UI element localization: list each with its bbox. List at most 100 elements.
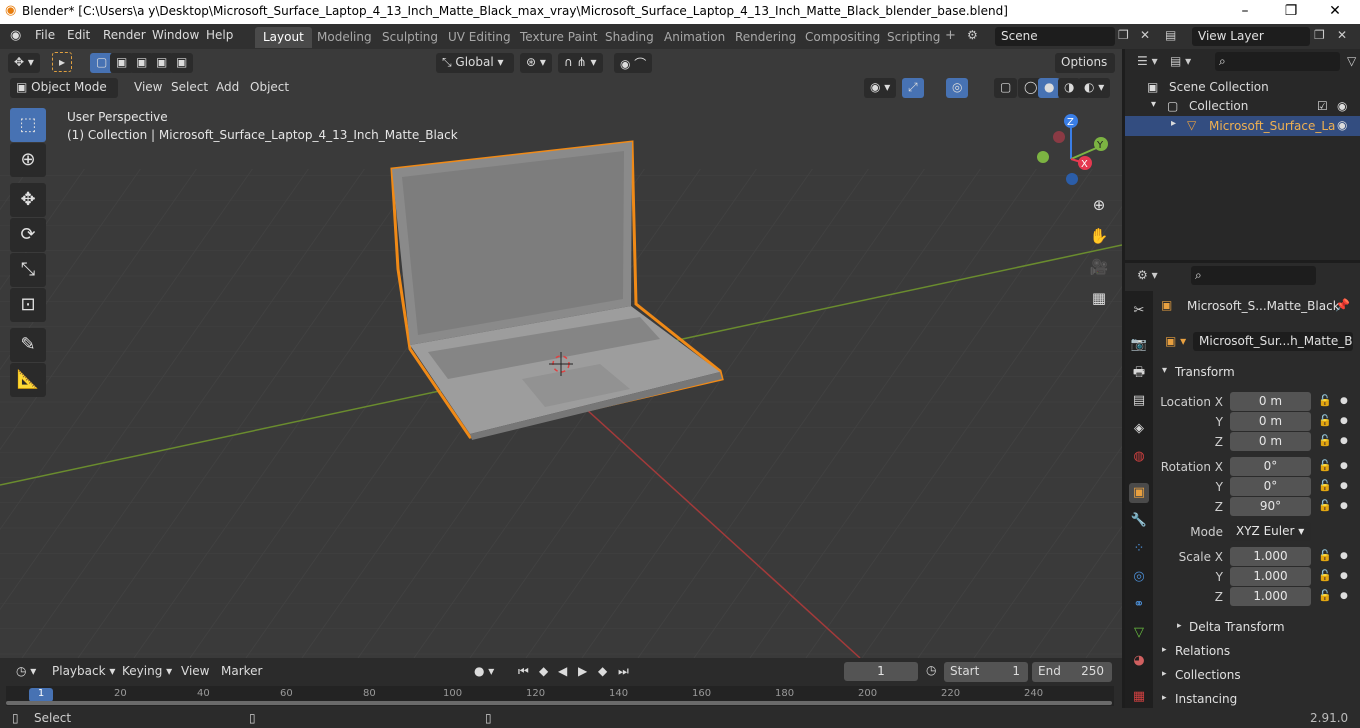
tool-annotate[interactable]: ✎ — [10, 328, 46, 362]
tab-modeling[interactable]: Modeling — [309, 27, 380, 48]
lock-icon[interactable]: 🔓 — [1318, 459, 1332, 472]
timeline-scrollbar[interactable] — [6, 701, 1112, 705]
rotation-x-field[interactable]: 0° — [1230, 457, 1311, 476]
menu-edit[interactable]: Edit — [67, 28, 90, 42]
lock-icon[interactable]: 🔓 — [1318, 549, 1332, 562]
overlays-toggle-icon[interactable]: ◎ — [946, 78, 969, 98]
lock-icon[interactable]: 🔓 — [1318, 434, 1332, 447]
jump-end-icon[interactable]: ⏭ — [612, 662, 635, 682]
timeline-menu-marker[interactable]: Marker — [215, 662, 268, 682]
rotation-mode-dropdown[interactable]: XYZ Euler ▾ — [1230, 522, 1311, 541]
pivot-point-icon[interactable]: ⊛ ▾ — [520, 53, 552, 73]
pin-icon[interactable]: 📌 — [1335, 298, 1350, 312]
tab-scripting[interactable]: Scripting — [879, 27, 948, 48]
expand-arrow-icon[interactable]: ▾ — [1151, 99, 1156, 110]
remove-scene-icon[interactable]: ✕ — [1140, 28, 1150, 42]
view-layer-tab-icon[interactable]: ▤ — [1129, 391, 1149, 411]
expand-arrow-icon[interactable]: ▸ — [1162, 645, 1167, 655]
options-dropdown[interactable]: Options — [1055, 53, 1115, 73]
scale-z-field[interactable]: 1.000 — [1230, 587, 1311, 606]
add-workspace-icon[interactable]: + — [945, 28, 956, 43]
menu-render[interactable]: Render — [103, 28, 146, 42]
tab-rendering[interactable]: Rendering — [727, 27, 804, 48]
collections-panel[interactable]: Collections — [1175, 668, 1241, 682]
data-tab-icon[interactable]: ▽ — [1129, 623, 1149, 643]
tab-texture-paint[interactable]: Texture Paint — [512, 27, 605, 48]
keyframe-dot-icon[interactable]: ● — [1340, 571, 1348, 581]
jump-start-icon[interactable]: ⏮ — [512, 662, 535, 682]
timeline-menu-keying[interactable]: Keying ▾ — [116, 662, 178, 682]
maximize-button[interactable]: ❐ — [1268, 0, 1314, 24]
transform-orientation-dropdown[interactable]: ⤡ Global ▾ — [436, 53, 514, 73]
menu-help[interactable]: Help — [206, 28, 233, 42]
object-data-icon[interactable]: ▣ ▾ — [1165, 334, 1186, 348]
outliner-row-object[interactable]: ▸ ▽ Microsoft_Surface_La ◉ — [1125, 116, 1360, 136]
stopwatch-icon[interactable]: ◷ — [926, 663, 936, 677]
texture-tab-icon[interactable]: ▦ — [1129, 687, 1149, 707]
keyframe-dot-icon[interactable]: ● — [1340, 481, 1348, 491]
scale-y-field[interactable]: 1.000 — [1230, 567, 1311, 586]
world-tab-icon[interactable]: ◍ — [1129, 447, 1149, 467]
shading-rendered-icon[interactable]: ◐ ▾ — [1078, 78, 1111, 98]
outliner-row-scene-collection[interactable]: ▣ Scene Collection — [1125, 78, 1360, 98]
physics-tab-icon[interactable]: ◎ — [1129, 567, 1149, 587]
tab-sculpting[interactable]: Sculpting — [374, 27, 446, 48]
tab-uv-editing[interactable]: UV Editing — [440, 27, 519, 48]
viewport-menu-select[interactable]: Select — [165, 78, 214, 98]
outliner-search-input[interactable]: ⌕ — [1215, 52, 1340, 71]
tool-transform[interactable]: ⊡ — [10, 288, 46, 322]
expand-arrow-icon[interactable]: ▸ — [1162, 669, 1167, 679]
display-mode-icon[interactable]: ▤ ▾ — [1170, 54, 1191, 68]
frame-start-field[interactable]: Start 1 — [944, 662, 1028, 682]
keyframe-dot-icon[interactable]: ● — [1340, 551, 1348, 561]
tool-cursor[interactable]: ⊕ — [10, 143, 46, 177]
eye-icon[interactable]: ◉ — [1337, 99, 1347, 113]
tab-animation[interactable]: Animation — [656, 27, 733, 48]
lock-icon[interactable]: 🔓 — [1318, 414, 1332, 427]
rotation-y-field[interactable]: 0° — [1230, 477, 1311, 496]
current-frame-field[interactable]: 1 — [844, 662, 918, 681]
select-mode-intersect-icon[interactable]: ▣ — [170, 53, 194, 73]
menu-window[interactable]: Window — [152, 28, 199, 42]
modifier-tab-icon[interactable]: 🔧 — [1129, 511, 1149, 531]
location-x-field[interactable]: 0 m — [1230, 392, 1311, 411]
tab-layout[interactable]: Layout — [255, 27, 312, 48]
menu-file[interactable]: File — [35, 28, 55, 42]
tab-compositing[interactable]: Compositing — [797, 27, 888, 48]
scale-x-field[interactable]: 1.000 — [1230, 547, 1311, 566]
material-tab-icon[interactable]: ◕ — [1129, 651, 1149, 671]
view-layer-icon[interactable]: ▤ — [1165, 28, 1176, 42]
viewport-menu-object[interactable]: Object — [244, 78, 295, 98]
play-icon[interactable]: ▶ — [572, 662, 593, 682]
keyframe-dot-icon[interactable]: ● — [1340, 591, 1348, 601]
keyframe-dot-icon[interactable]: ● — [1340, 436, 1348, 446]
location-y-field[interactable]: 0 m — [1230, 412, 1311, 431]
output-tab-icon[interactable]: 🖶 — [1129, 363, 1149, 383]
collapse-arrow-icon[interactable]: ▾ — [1162, 365, 1167, 376]
jump-keyframe-next-icon[interactable]: ◆ — [592, 662, 613, 682]
grid-ortho-icon[interactable]: ▦ — [1086, 285, 1112, 311]
tool-scale[interactable]: ⤡ — [10, 253, 46, 287]
timeline-ruler[interactable]: 1 20 40 60 80 100 120 140 160 180 200 22… — [6, 686, 1114, 706]
blender-menu-icon[interactable]: ◉ — [10, 28, 21, 43]
tool-measure[interactable]: 📐 — [10, 363, 46, 397]
lock-icon[interactable]: 🔓 — [1318, 499, 1332, 512]
eye-icon[interactable]: ◉ — [1337, 118, 1347, 132]
zoom-icon[interactable]: ⊕ — [1086, 192, 1112, 218]
expand-arrow-icon[interactable]: ▸ — [1171, 118, 1176, 129]
constraints-tab-icon[interactable]: ⚭ — [1129, 595, 1149, 615]
properties-search-input[interactable]: ⌕ — [1191, 266, 1316, 285]
close-button[interactable]: ✕ — [1312, 0, 1358, 24]
tab-shading[interactable]: Shading — [597, 27, 662, 48]
tool-tab-icon[interactable]: ✂ — [1129, 301, 1149, 321]
properties-editor-icon[interactable]: ⚙ ▾ — [1137, 268, 1158, 282]
pan-hand-icon[interactable]: ✋ — [1086, 223, 1112, 249]
view-layer-field[interactable]: View Layer — [1192, 27, 1310, 46]
relations-panel[interactable]: Relations — [1175, 644, 1230, 658]
viewport-menu-view[interactable]: View — [128, 78, 168, 98]
rotation-z-field[interactable]: 90° — [1230, 497, 1311, 516]
exclude-checkbox[interactable]: ☑ — [1317, 99, 1328, 113]
scene-icon[interactable]: ⚙ — [967, 28, 978, 42]
gizmo-toggle-icon[interactable]: ⤢ — [902, 78, 924, 98]
lock-icon[interactable]: 🔓 — [1318, 394, 1332, 407]
